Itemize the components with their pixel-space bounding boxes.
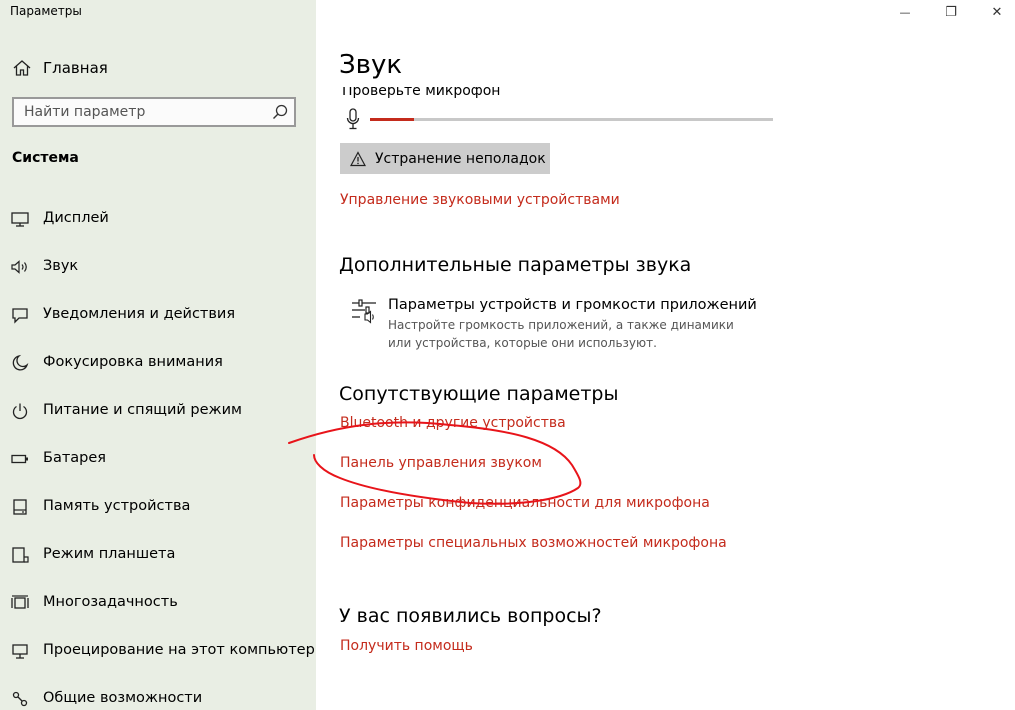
warning-icon (350, 150, 366, 166)
sidebar-item-sound[interactable]: Звук (0, 252, 316, 282)
bluetooth-devices-link[interactable]: Bluetooth и другие устройства (340, 415, 566, 431)
sidebar-item-multitasking[interactable]: Многозадачность (0, 588, 316, 618)
mic-level-meter (370, 118, 773, 121)
advanced-sound-heading: Дополнительные параметры звука (339, 254, 692, 276)
sidebar-section-title: Система (12, 150, 79, 166)
tablet-icon (12, 547, 29, 563)
sidebar-item-label: Проецирование на этот компьютер (43, 642, 315, 658)
sidebar-item-label: Уведомления и действия (43, 306, 236, 322)
sidebar-item-label: Дисплей (43, 210, 109, 226)
microphone-icon (346, 108, 360, 130)
app-volume-sliders-icon (352, 299, 376, 324)
power-icon (12, 403, 28, 420)
projection-icon (12, 644, 28, 659)
manage-sound-devices-link[interactable]: Управление звуковыми устройствами (340, 192, 620, 208)
mic-level-fill (370, 118, 415, 121)
moon-icon (12, 354, 29, 371)
mic-test-label: Проверьте микрофон (342, 83, 501, 99)
sidebar-item-tablet[interactable]: Режим планшета (0, 540, 316, 570)
app-volume-settings-link[interactable]: Параметры устройств и громкости приложен… (388, 297, 757, 313)
battery-icon (11, 454, 28, 464)
help-heading: У вас появились вопросы? (339, 605, 602, 627)
sidebar-item-label: Режим планшета (43, 546, 176, 562)
home-icon (13, 60, 31, 76)
mic-accessibility-link[interactable]: Параметры специальных возможностей микро… (340, 535, 727, 551)
related-settings-heading: Сопутствующие параметры (339, 383, 619, 405)
sidebar-item-label: Фокусировка внимания (43, 354, 223, 370)
sidebar-item-focus[interactable]: Фокусировка внимания (0, 348, 316, 378)
notification-icon (12, 308, 28, 324)
mic-privacy-link[interactable]: Параметры конфиденциальности для микрофо… (340, 495, 710, 511)
sidebar-item-label: Батарея (43, 450, 107, 466)
app-volume-description: Настройте громкость приложений, а также … (388, 318, 734, 350)
troubleshoot-button[interactable]: Устранение неполадок (340, 143, 550, 174)
search-box[interactable] (12, 97, 296, 127)
sidebar-item-label: Общие возможности (43, 690, 203, 706)
search-input[interactable] (14, 99, 269, 125)
sidebar-item-label: Звук (43, 258, 79, 274)
sidebar: Параметры Главная Система Дисплей Звук (0, 0, 316, 710)
sidebar-item-battery[interactable]: Батарея (0, 444, 316, 474)
sidebar-item-label: Главная (43, 59, 108, 77)
storage-icon (13, 499, 27, 515)
sound-control-panel-link[interactable]: Панель управления звуком (340, 455, 542, 471)
sidebar-item-storage[interactable]: Память устройства (0, 492, 316, 522)
sidebar-item-home[interactable]: Главная (0, 56, 316, 80)
multitasking-icon (11, 595, 29, 609)
sidebar-item-label: Питание и спящий режим (43, 402, 242, 418)
page-title: Звук (339, 50, 403, 80)
troubleshoot-label: Устранение неполадок (375, 150, 546, 167)
search-icon[interactable] (271, 103, 289, 121)
sidebar-item-notifications[interactable]: Уведомления и действия (0, 300, 316, 330)
display-icon (11, 212, 29, 227)
sidebar-item-power[interactable]: Питание и спящий режим (0, 396, 316, 426)
window-title: Параметры (10, 4, 82, 18)
sidebar-item-shared[interactable]: Общие возможности (0, 684, 316, 710)
sidebar-item-label: Память устройства (43, 498, 191, 514)
sidebar-item-projection[interactable]: Проецирование на этот компьютер (0, 636, 316, 666)
get-help-link[interactable]: Получить помощь (340, 638, 473, 654)
sidebar-item-label: Многозадачность (43, 594, 178, 610)
shared-icon (12, 691, 28, 707)
speaker-icon (11, 260, 27, 274)
sidebar-item-display[interactable]: Дисплей (0, 204, 316, 234)
main-content: Звук Проверьте микрофон Устранение непол… (316, 0, 1015, 710)
